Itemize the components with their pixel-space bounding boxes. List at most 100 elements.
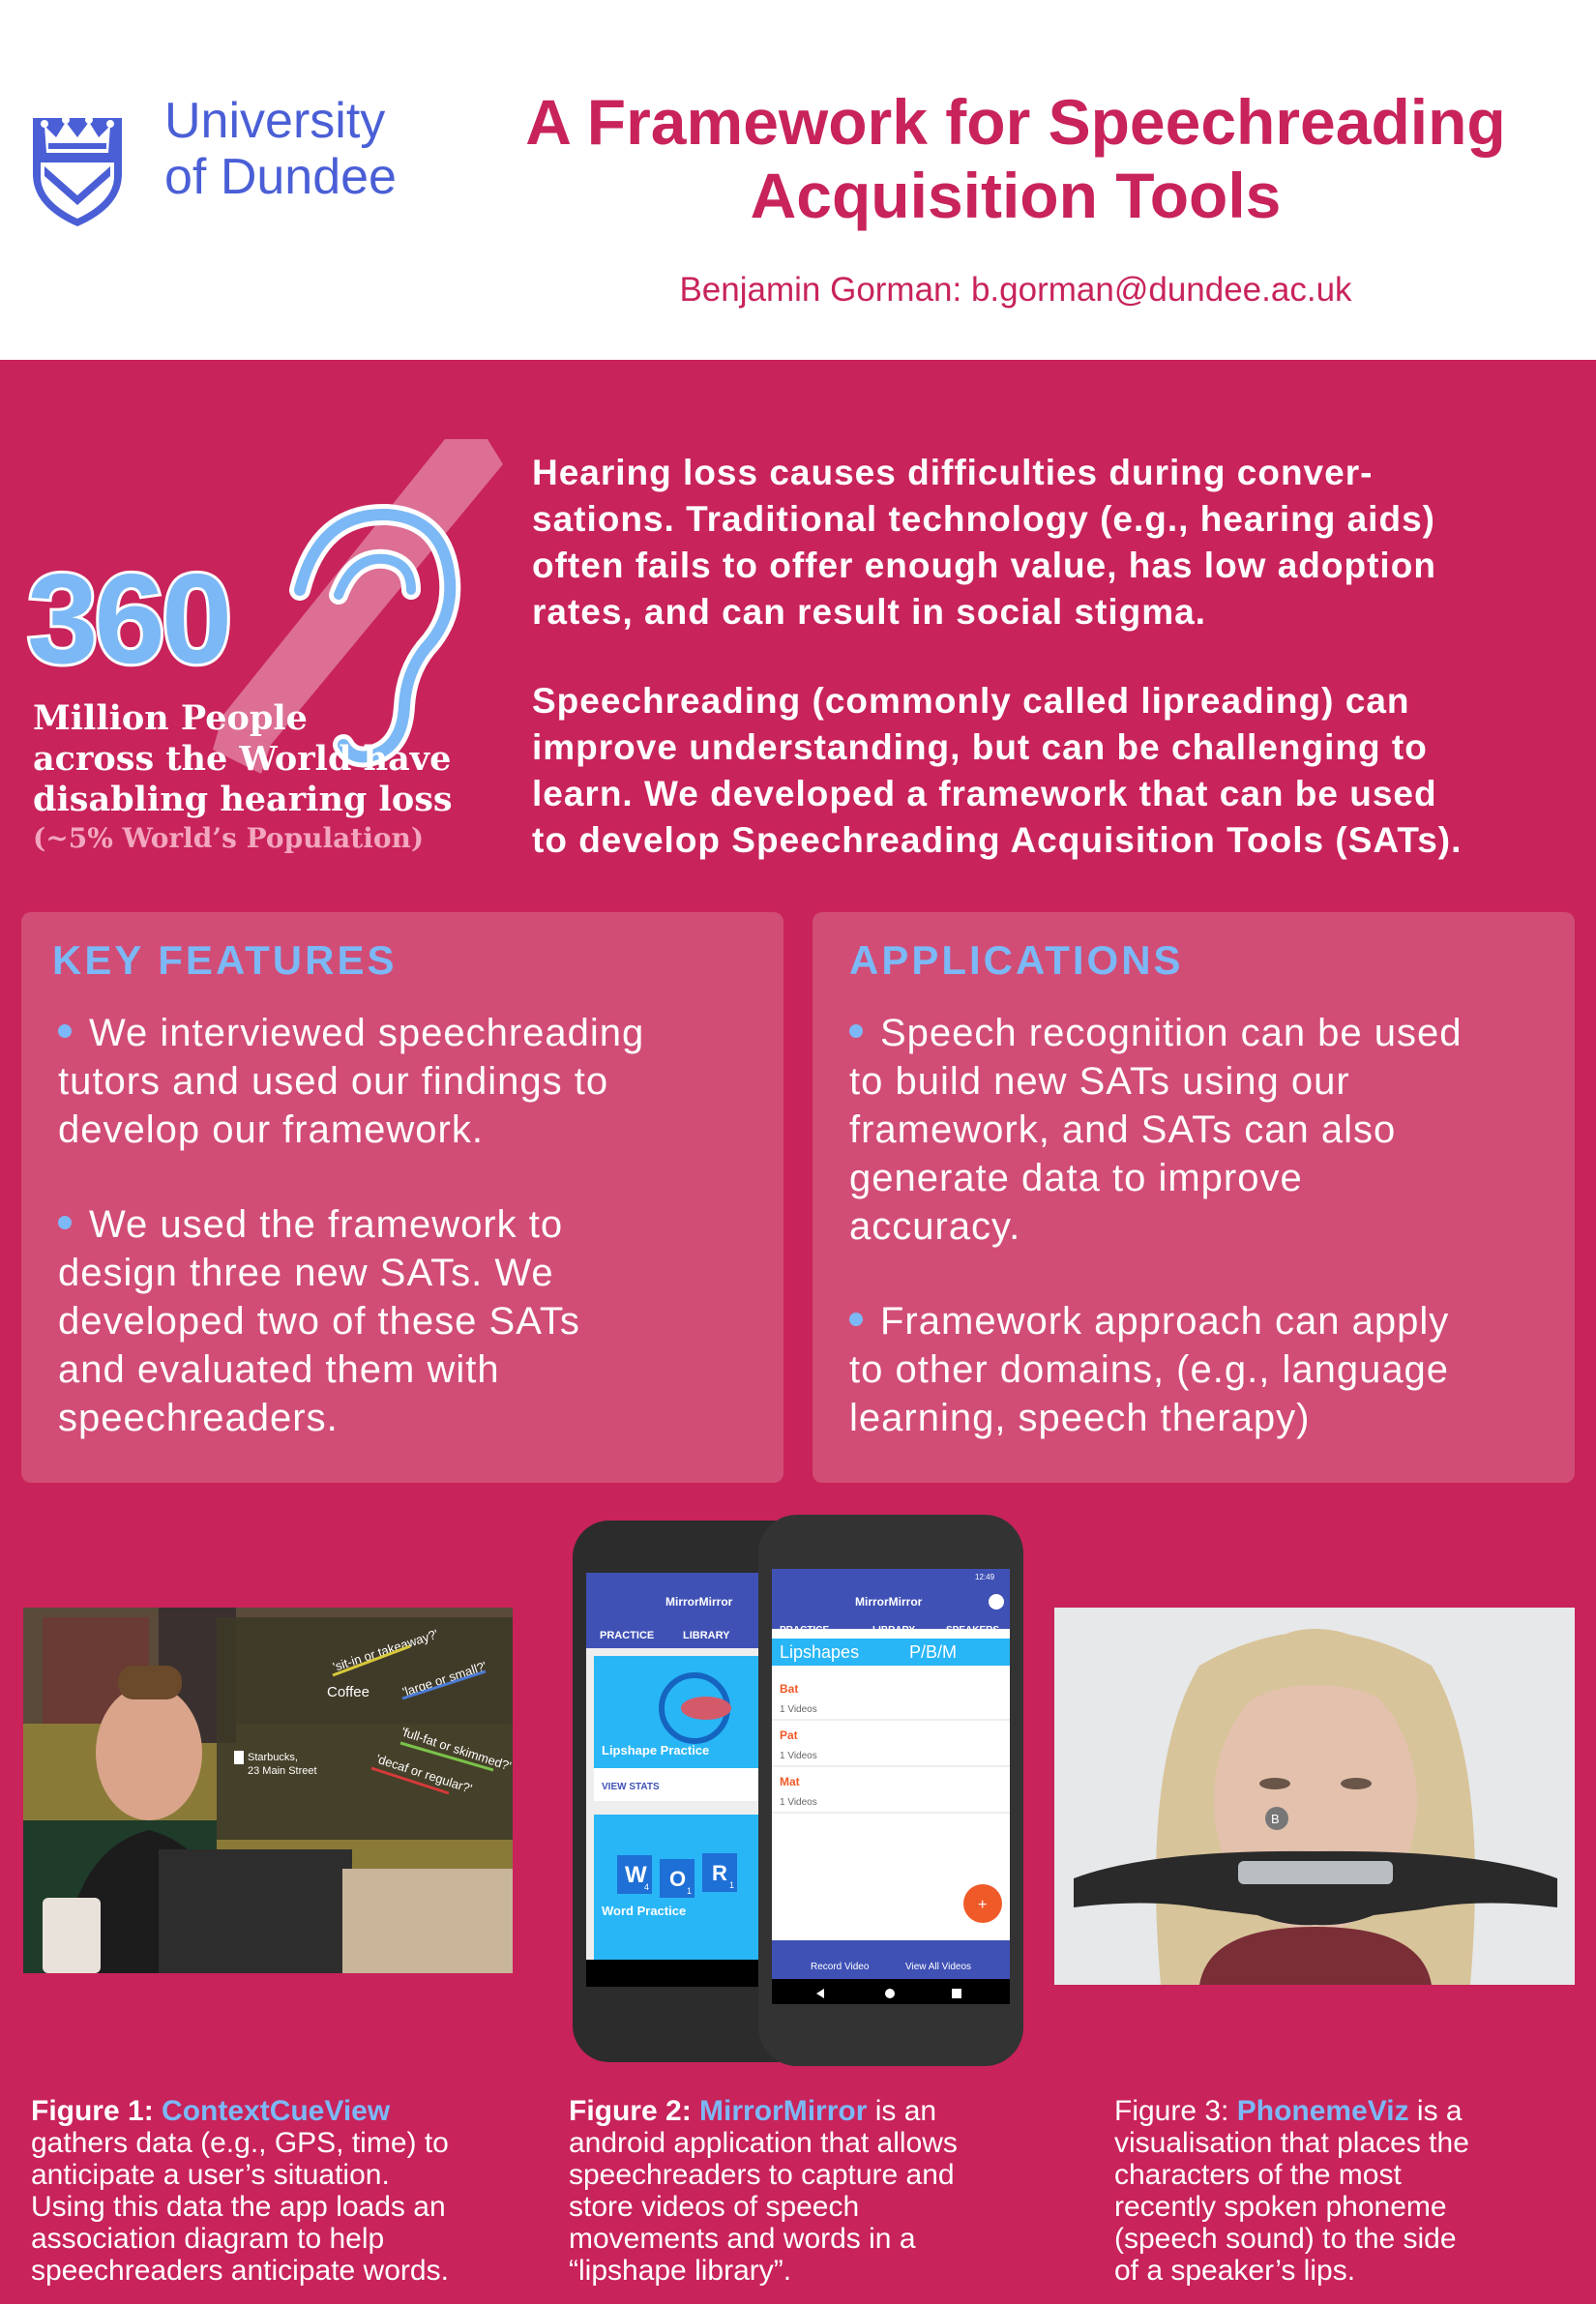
figure-2-caption: Figure 2: MirrorMirror is an android app… bbox=[569, 2095, 1052, 2287]
figure-2-image: MirrorMirror PRACTICE LIBRARY Lipshape P… bbox=[573, 1515, 1023, 2066]
stat-subtitle: (~5% World’s Population) bbox=[33, 822, 425, 854]
record-video-button[interactable]: Record Video bbox=[811, 1962, 870, 1972]
home-nav-icon[interactable] bbox=[885, 1989, 895, 1998]
right-phone-app-title: MirrorMirror bbox=[855, 1595, 923, 1609]
caption-line: is a bbox=[1408, 2095, 1463, 2127]
help-icon[interactable] bbox=[989, 1594, 1004, 1610]
poster-title: A Framework for Speechreading Acquisitio… bbox=[455, 85, 1577, 232]
caption-line: store videos of speech bbox=[569, 2191, 860, 2223]
applications-panel: APPLICATIONS Speech recognition can be u… bbox=[813, 912, 1575, 1483]
caption-line: android application that allows bbox=[569, 2127, 958, 2159]
intro-line: rates, and can result in social stigma. bbox=[532, 592, 1207, 632]
caption-line: recently spoken phoneme bbox=[1114, 2191, 1447, 2223]
caption-line: gathers data (e.g., GPS, time) to bbox=[31, 2127, 449, 2159]
fab-plus: + bbox=[978, 1897, 987, 1913]
library-row-title[interactable]: Mat bbox=[780, 1775, 800, 1788]
bullet-line: We interviewed speechreading bbox=[89, 1012, 645, 1054]
bullet-line: We used the framework to bbox=[89, 1203, 564, 1246]
bullet-dot-icon bbox=[58, 1024, 72, 1038]
intro-line: Hearing loss causes difficulties during … bbox=[532, 453, 1374, 492]
title-line-1: A Framework for Speechreading bbox=[525, 86, 1506, 158]
breadcrumb-pbm: P/B/M bbox=[909, 1642, 957, 1662]
right-phone-tab-practice[interactable]: PRACTICE bbox=[780, 1625, 829, 1636]
intro-line: learn. We developed a framework that can… bbox=[532, 774, 1437, 813]
caption-line: visualisation that places the bbox=[1114, 2127, 1469, 2159]
bullet-line: framework, and SATs can also bbox=[849, 1108, 1397, 1151]
caption-line: speechreaders to capture and bbox=[569, 2159, 955, 2191]
caption-line: speechreaders anticipate words. bbox=[31, 2255, 449, 2287]
stat-line-3: disabling hearing loss bbox=[33, 780, 453, 819]
phoneme-label: B bbox=[1271, 1812, 1280, 1826]
caption-line: movements and words in a bbox=[569, 2223, 916, 2255]
left-phone-tab-library[interactable]: LIBRARY bbox=[683, 1630, 730, 1641]
intro-line: Speechreading (commonly called lipreadin… bbox=[532, 681, 1410, 721]
left-phone-tab-practice[interactable]: PRACTICE bbox=[600, 1630, 654, 1641]
figure-name: PhonemeViz bbox=[1236, 2095, 1409, 2127]
poster-header: University of Dundee A Framework for Spe… bbox=[0, 0, 1596, 360]
library-row-sub: 1 Videos bbox=[780, 1797, 817, 1808]
caption-line: characters of the most bbox=[1114, 2159, 1402, 2191]
library-row-title[interactable]: Pat bbox=[780, 1728, 798, 1742]
lipshape-practice-label: Lipshape Practice bbox=[602, 1743, 709, 1758]
application-bullet-2: Framework approach can apply to other do… bbox=[849, 1297, 1555, 1442]
university-name: University of Dundee bbox=[164, 93, 397, 205]
library-row-title[interactable]: Bat bbox=[780, 1682, 798, 1696]
bullet-line: to other domains, (e.g., language bbox=[849, 1348, 1450, 1391]
intro-line: to develop Speechreading Acquisition Too… bbox=[532, 820, 1463, 860]
recents-nav-icon[interactable] bbox=[952, 1989, 961, 1998]
left-phone-app-title: MirrorMirror bbox=[665, 1595, 733, 1609]
figure-label: Figure 3: bbox=[1114, 2095, 1229, 2127]
intro-paragraph-1: Hearing loss causes difficulties during … bbox=[532, 450, 1577, 635]
title-line-2: Acquisition Tools bbox=[750, 160, 1282, 231]
key-feature-bullet-2: We used the framework to design three ne… bbox=[58, 1200, 764, 1442]
caption-line: is an bbox=[867, 2095, 937, 2127]
bullet-line: accuracy. bbox=[849, 1205, 1021, 1248]
university-crest-icon bbox=[33, 107, 122, 226]
fig1-overlay-word: Coffee bbox=[327, 1684, 369, 1700]
library-row-sub: 1 Videos bbox=[780, 1751, 817, 1761]
bullet-line: and evaluated them with bbox=[58, 1348, 500, 1391]
author-contact: Benjamin Gorman: b.gorman@dundee.ac.uk bbox=[679, 271, 1352, 309]
figure-1-image: 'sit-in or takeaway?' 'large or small?' … bbox=[23, 1608, 513, 1973]
intro-paragraph-2: Speechreading (commonly called lipreadin… bbox=[532, 678, 1577, 864]
bullet-line: to build new SATs using our bbox=[849, 1060, 1350, 1103]
breadcrumb-lipshapes[interactable]: Lipshapes bbox=[780, 1642, 859, 1662]
bullet-line: learning, speech therapy) bbox=[849, 1397, 1311, 1439]
bullet-dot-icon bbox=[849, 1024, 863, 1038]
view-all-videos-button[interactable]: View All Videos bbox=[905, 1962, 971, 1972]
bullet-line: Framework approach can apply bbox=[880, 1300, 1450, 1343]
key-features-panel: KEY FEATURES We interviewed speechreadin… bbox=[21, 912, 783, 1483]
caption-line: “lipshape library”. bbox=[569, 2255, 792, 2287]
word-practice-label: Word Practice bbox=[602, 1904, 686, 1918]
caption-line: of a speaker’s lips. bbox=[1114, 2255, 1356, 2287]
figure-label: Figure 2: bbox=[569, 2095, 692, 2127]
figure-3-caption: Figure 3: PhonemeViz is a visualisation … bbox=[1114, 2095, 1579, 2287]
right-phone-tab-speakers[interactable]: SPEAKERS bbox=[946, 1625, 999, 1636]
bullet-line: design three new SATs. We bbox=[58, 1252, 554, 1294]
figure-label: Figure 1: bbox=[31, 2095, 154, 2127]
key-features-title: KEY FEATURES bbox=[52, 937, 398, 983]
caption-line: anticipate a user’s situation. bbox=[31, 2159, 390, 2191]
figure-name: ContextCueView bbox=[162, 2095, 391, 2127]
bullet-dot-icon bbox=[849, 1313, 863, 1326]
word-tile-score: 1 bbox=[687, 1886, 692, 1896]
figure-3-image: B bbox=[1054, 1608, 1575, 1985]
bullet-line: tutors and used our findings to bbox=[58, 1060, 609, 1103]
word-tile-score: 1 bbox=[729, 1880, 734, 1890]
bullet-line: developed two of these SATs bbox=[58, 1300, 580, 1343]
bullet-line: speechreaders. bbox=[58, 1397, 339, 1439]
stat-line-1: Million People bbox=[33, 698, 308, 738]
figure-1-caption: Figure 1: ContextCueView gathers data (e… bbox=[31, 2095, 534, 2287]
view-stats-link[interactable]: VIEW STATS bbox=[602, 1782, 660, 1792]
intro-line: sations. Traditional technology (e.g., h… bbox=[532, 499, 1435, 539]
word-tile: O bbox=[669, 1867, 686, 1891]
bullet-line: generate data to improve bbox=[849, 1157, 1303, 1199]
stat-number: 360 bbox=[24, 547, 235, 690]
applications-title: APPLICATIONS bbox=[849, 937, 1184, 983]
right-phone-time: 12:49 bbox=[975, 1573, 995, 1581]
bullet-dot-icon bbox=[58, 1216, 72, 1229]
application-bullet-1: Speech recognition can be used to build … bbox=[849, 1009, 1555, 1251]
right-phone-tab-library[interactable]: LIBRARY bbox=[872, 1625, 915, 1636]
bullet-line: Speech recognition can be used bbox=[880, 1012, 1463, 1054]
word-tile-score: 4 bbox=[644, 1882, 649, 1892]
